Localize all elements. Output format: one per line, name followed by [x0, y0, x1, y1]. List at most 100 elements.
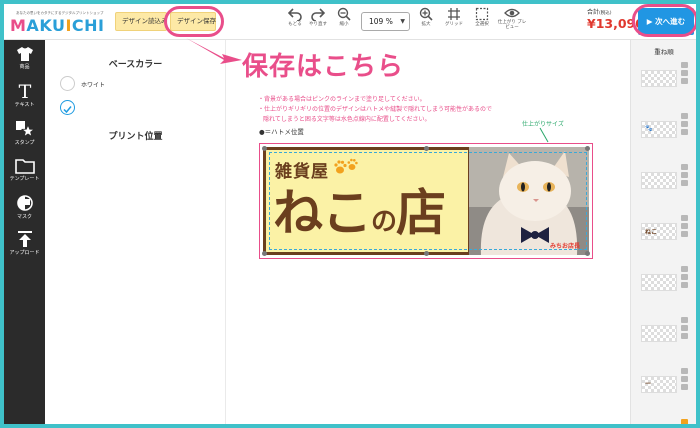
sidebar-item-product[interactable]: 商品 [4, 46, 45, 70]
check-icon [63, 106, 72, 114]
stamp-icon [15, 121, 35, 138]
zoom-in-icon [419, 7, 433, 21]
total-label-text: 合計 [587, 9, 600, 16]
undo-icon [288, 8, 302, 21]
svg-text:T: T [18, 82, 31, 100]
redo-button[interactable]: やり直す [305, 7, 331, 39]
mask-icon [16, 195, 33, 211]
copy-icon[interactable] [681, 274, 688, 280]
trash-icon[interactable] [681, 180, 688, 186]
redo-icon [311, 8, 325, 21]
copy-icon[interactable] [681, 376, 688, 382]
chevron-down-icon: ▼ [400, 18, 405, 25]
color-swatch-selected[interactable] [60, 100, 75, 115]
trash-icon[interactable] [681, 384, 688, 390]
lock-icon[interactable] [681, 62, 688, 68]
grommet-marker [262, 146, 267, 151]
layer-controls[interactable] [681, 215, 691, 239]
trash-icon[interactable] [681, 231, 688, 237]
sidebar-item-upload[interactable]: アップロード [4, 230, 45, 256]
sidebar-item-text[interactable]: T テキスト [4, 82, 45, 108]
select-all-button[interactable]: 全選択 [469, 7, 495, 39]
notice-line-3: 隠れてしまうと困る文字等は水色点線内に配置してください。 [263, 116, 431, 123]
grid-button[interactable]: グリッド [441, 7, 467, 39]
copy-icon[interactable] [681, 325, 688, 331]
lock-icon[interactable] [681, 164, 688, 170]
logo-word: MAKUICHI [10, 16, 104, 35]
sidebar-item-template[interactable]: テンプレート [4, 158, 45, 182]
layer-item[interactable]: — [641, 376, 677, 393]
lock-icon[interactable] [681, 215, 688, 221]
layer-controls[interactable] [681, 419, 691, 424]
design-load-button[interactable]: デザイン読込み [115, 12, 168, 31]
sidebar-item-stamp[interactable]: スタンプ [4, 120, 45, 146]
layer-item[interactable]: 🐾 [641, 121, 677, 138]
preview-button[interactable]: 仕上がり プレビュー [496, 7, 528, 39]
layer-item[interactable] [641, 70, 677, 87]
sidebar-item-label: マスク [16, 214, 32, 220]
banner-design[interactable]: 雑貨屋 ねこの店 みちお店長 [259, 143, 593, 259]
zoom-in-label: 拡大 [421, 22, 431, 27]
eye-icon [504, 8, 520, 18]
safe-area-dashed-line [269, 152, 587, 250]
copy-icon[interactable] [681, 121, 688, 127]
sidebar-item-label: アップロード [9, 250, 40, 256]
makuichi-logo[interactable]: あなたの思いをカタチにするデジタルプリントショップ MAKUICHI [8, 9, 104, 35]
layer-controls[interactable] [681, 164, 691, 188]
grid-icon [448, 8, 460, 20]
trash-icon[interactable] [681, 282, 688, 288]
copy-icon[interactable] [681, 70, 688, 76]
layer-thumb-text: ねこ [645, 229, 658, 236]
lock-icon[interactable] [681, 266, 688, 272]
callout-pointer-icon [186, 38, 242, 64]
zoom-level-select[interactable]: 109 % ▼ [361, 12, 410, 31]
layer-controls[interactable] [681, 368, 691, 392]
zoom-level-value: 109 % [369, 17, 393, 26]
lock-icon[interactable] [681, 368, 688, 374]
zoom-out-icon [337, 7, 351, 21]
text-icon: T [18, 82, 31, 100]
layer-thumb-text: 🐾 [645, 125, 653, 132]
folder-icon [14, 159, 35, 174]
layer-item[interactable] [641, 172, 677, 189]
trash-icon[interactable] [681, 333, 688, 339]
sidebar-item-label: 商品 [19, 64, 30, 70]
copy-icon[interactable] [681, 172, 688, 178]
redo-label: やり直す [309, 22, 327, 27]
trash-icon[interactable] [681, 129, 688, 135]
tshirt-icon [16, 47, 33, 61]
copy-icon[interactable] [681, 223, 688, 229]
logo-letter: C [71, 16, 85, 35]
layers-panel: 重ね順 🐾 ねこ — [630, 40, 696, 424]
layer-controls[interactable] [681, 266, 691, 290]
lock-icon[interactable] [681, 113, 688, 119]
layer-controls[interactable] [681, 317, 691, 341]
layer-item[interactable]: ねこ [641, 223, 677, 240]
trash-icon[interactable] [681, 78, 688, 84]
color-swatch-white[interactable] [60, 76, 75, 91]
layer-item[interactable] [641, 274, 677, 291]
grommet-marker [424, 251, 429, 256]
logo-letter: I [98, 16, 105, 35]
sidebar-item-label: スタンプ [14, 140, 35, 146]
grommet-marker [424, 146, 429, 151]
grommet-legend: ●＝ハトメ位置 [259, 128, 304, 136]
total-label: 合計(税込) [587, 7, 612, 16]
lock-icon[interactable] [681, 317, 688, 323]
lock-icon[interactable] [681, 419, 688, 424]
zoom-out-label: 縮小 [339, 22, 349, 27]
layer-item[interactable] [641, 325, 677, 342]
logo-letter: A [26, 16, 40, 35]
upload-icon [17, 231, 32, 247]
layer-controls[interactable] [681, 113, 691, 137]
preview-label: 仕上がり プレビュー [497, 20, 527, 30]
logo-letter: H [84, 16, 99, 35]
layer-controls[interactable] [681, 62, 691, 86]
zoom-out-button[interactable]: 縮小 [331, 7, 357, 39]
zoom-in-button[interactable]: 拡大 [413, 7, 439, 39]
options-panel: ベースカラー ホワイト プリント位置 [45, 40, 226, 424]
sidebar-item-mask[interactable]: マスク [4, 194, 45, 220]
logo-letter: K [39, 16, 52, 35]
notice-line-1: ・背景がある場合はピンクのラインまで塗り足してください。 [258, 96, 426, 103]
color-swatch-white-label: ホワイト [81, 82, 106, 89]
